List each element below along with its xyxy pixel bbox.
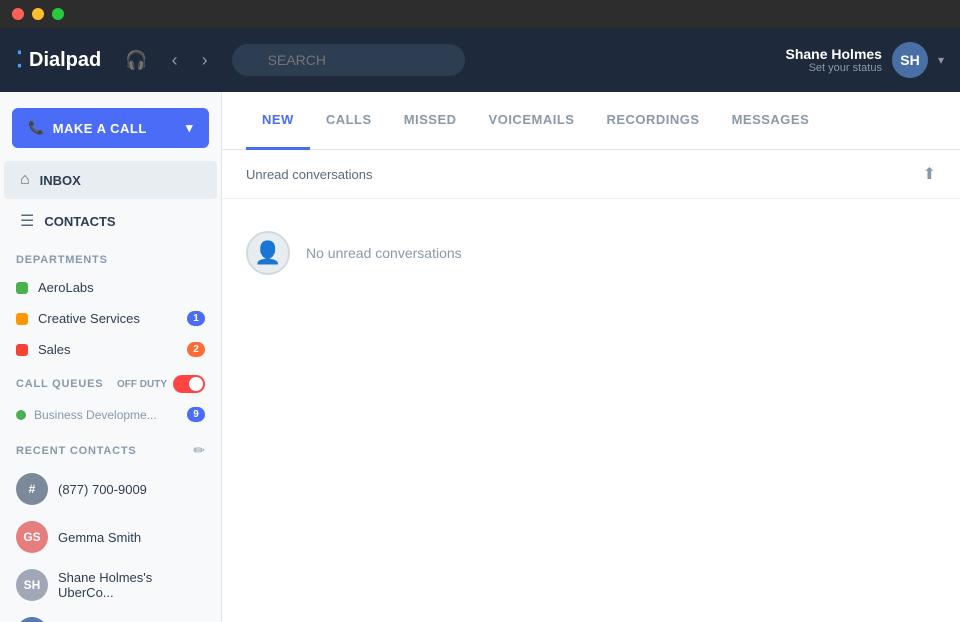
empty-avatar-icon: 👤	[246, 231, 290, 275]
contact-avatar: SH	[16, 569, 48, 601]
chevron-down-icon: ▾	[938, 53, 944, 67]
logo-text: Dialpad	[29, 49, 101, 72]
back-button[interactable]: ‹	[164, 46, 186, 75]
make-call-left: 📞 MAKE A CALL	[28, 120, 147, 136]
search-input[interactable]	[232, 44, 465, 76]
contact-name: Shane Holmes's UberCo...	[58, 570, 205, 600]
content: NEW CALLS MISSED VOICEMAILS RECORDINGS M…	[222, 92, 960, 622]
minimize-dot[interactable]	[32, 8, 44, 20]
maximize-dot[interactable]	[52, 8, 64, 20]
aerolabs-name: AeroLabs	[38, 280, 205, 295]
headset-button[interactable]: 🎧	[117, 46, 155, 75]
queue-dot	[16, 410, 26, 420]
recent-contacts-header: RECENT CONTACTS ✏	[0, 430, 221, 465]
titlebar	[0, 0, 960, 28]
tabs: NEW CALLS MISSED VOICEMAILS RECORDINGS M…	[222, 92, 960, 150]
creative-badge: 1	[187, 311, 205, 326]
contact-avatar: #	[16, 473, 48, 505]
tab-messages[interactable]: MESSAGES	[716, 92, 826, 150]
logo: ⁚ Dialpad	[16, 47, 101, 73]
contact-name: Gemma Smith	[58, 530, 141, 545]
departments-label: DEPARTMENTS	[0, 242, 221, 272]
avatar: SH	[892, 42, 928, 78]
logo-icon: ⁚	[16, 47, 23, 73]
empty-message: No unread conversations	[306, 245, 462, 261]
contact-avatar: GB	[16, 617, 48, 622]
tab-new[interactable]: NEW	[246, 92, 310, 150]
user-name: Shane Holmes	[785, 46, 881, 62]
avatar-initials: SH	[900, 52, 919, 68]
tab-calls[interactable]: CALLS	[310, 92, 388, 150]
user-status: Set your status	[785, 62, 881, 74]
contact-name: (877) 700-9009	[58, 482, 147, 497]
header-nav: 🎧 ‹ ›	[117, 46, 215, 75]
search-wrapper: 🔍	[232, 44, 493, 76]
user-text: Shane Holmes Set your status	[785, 46, 881, 74]
toggle-wrapper: OFF DUTY	[117, 375, 205, 393]
tab-missed[interactable]: MISSED	[388, 92, 473, 150]
phone-icon: 📞	[28, 120, 45, 136]
content-body: Unread conversations ⬆ 👤 No unread conve…	[222, 150, 960, 622]
recent-label: RECENT CONTACTS	[16, 445, 137, 457]
user-info[interactable]: Shane Holmes Set your status SH ▾	[785, 42, 944, 78]
app: ⁚ Dialpad 🎧 ‹ › 🔍 Shane Holmes Set your …	[0, 28, 960, 622]
toggle-knob	[189, 377, 203, 391]
off-duty-toggle[interactable]	[173, 375, 205, 393]
header: ⁚ Dialpad 🎧 ‹ › 🔍 Shane Holmes Set your …	[0, 28, 960, 92]
queue-name: Business Developme...	[34, 408, 179, 422]
unread-label: Unread conversations	[246, 167, 372, 182]
contacts-label: CONTACTS	[44, 214, 115, 229]
creative-name: Creative Services	[38, 311, 177, 326]
contacts-icon: ☰	[20, 211, 34, 231]
sidebar-item-contacts[interactable]: ☰ CONTACTS	[4, 201, 217, 241]
creative-dot	[16, 313, 28, 325]
sales-dot	[16, 344, 28, 356]
aerolabs-dot	[16, 282, 28, 294]
export-icon[interactable]: ⬆	[923, 164, 936, 184]
sales-name: Sales	[38, 342, 177, 357]
contact-shane-holmess-uberco[interactable]: SH Shane Holmes's UberCo...	[0, 561, 221, 609]
unread-section: Unread conversations ⬆	[222, 150, 960, 199]
empty-state: 👤 No unread conversations	[222, 199, 960, 307]
home-icon: ⌂	[20, 171, 30, 189]
contact-avatar: GS	[16, 521, 48, 553]
call-queues-header: CALL QUEUES OFF DUTY	[0, 365, 221, 399]
dept-creative-services[interactable]: Creative Services 1	[0, 303, 221, 334]
person-silhouette-icon: 👤	[254, 240, 281, 266]
make-call-button[interactable]: 📞 MAKE A CALL ▾	[12, 108, 209, 148]
contact-phone-number[interactable]: # (877) 700-9009	[0, 465, 221, 513]
dept-aerolabs[interactable]: AeroLabs	[0, 272, 221, 303]
recent-edit-icon[interactable]: ✏	[193, 442, 205, 459]
inbox-label: INBOX	[40, 173, 81, 188]
call-queues-label: CALL QUEUES	[16, 378, 103, 390]
contact-go-big-campaign[interactable]: GB Go Big Campaign	[0, 609, 221, 622]
contact-gemma-smith[interactable]: GS Gemma Smith	[0, 513, 221, 561]
forward-button[interactable]: ›	[194, 46, 216, 75]
tab-recordings[interactable]: RECORDINGS	[590, 92, 715, 150]
close-dot[interactable]	[12, 8, 24, 20]
queue-business-dev[interactable]: Business Developme... 9	[0, 399, 221, 430]
make-call-label: MAKE A CALL	[53, 121, 147, 136]
tab-voicemails[interactable]: VOICEMAILS	[473, 92, 591, 150]
sales-badge: 2	[187, 342, 205, 357]
make-call-chevron: ▾	[186, 120, 193, 136]
main: 📞 MAKE A CALL ▾ ⌂ INBOX ☰ CONTACTS DEPAR…	[0, 92, 960, 622]
queue-badge: 9	[187, 407, 205, 422]
dept-sales[interactable]: Sales 2	[0, 334, 221, 365]
sidebar: 📞 MAKE A CALL ▾ ⌂ INBOX ☰ CONTACTS DEPAR…	[0, 92, 222, 622]
off-duty-label: OFF DUTY	[117, 379, 167, 390]
sidebar-item-inbox[interactable]: ⌂ INBOX	[4, 161, 217, 199]
